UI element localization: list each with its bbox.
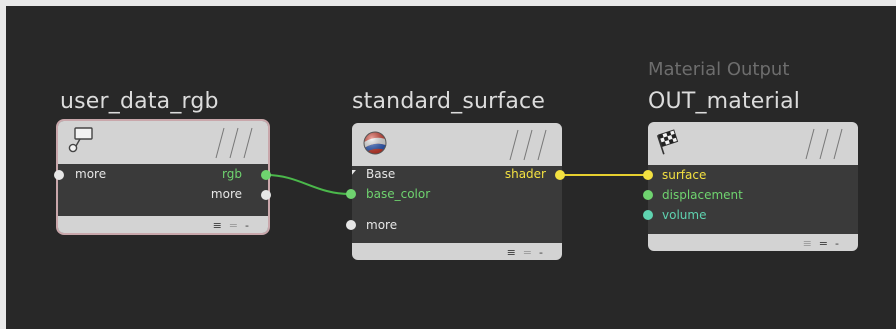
input-port-surface[interactable] bbox=[643, 170, 653, 180]
network-editor-canvas[interactable]: user_data_rgb ≡=- more rgb more standard… bbox=[0, 0, 896, 329]
input-port-displacement[interactable] bbox=[643, 190, 653, 200]
out-material-ports bbox=[643, 170, 653, 220]
input-port-volume[interactable] bbox=[643, 210, 653, 220]
